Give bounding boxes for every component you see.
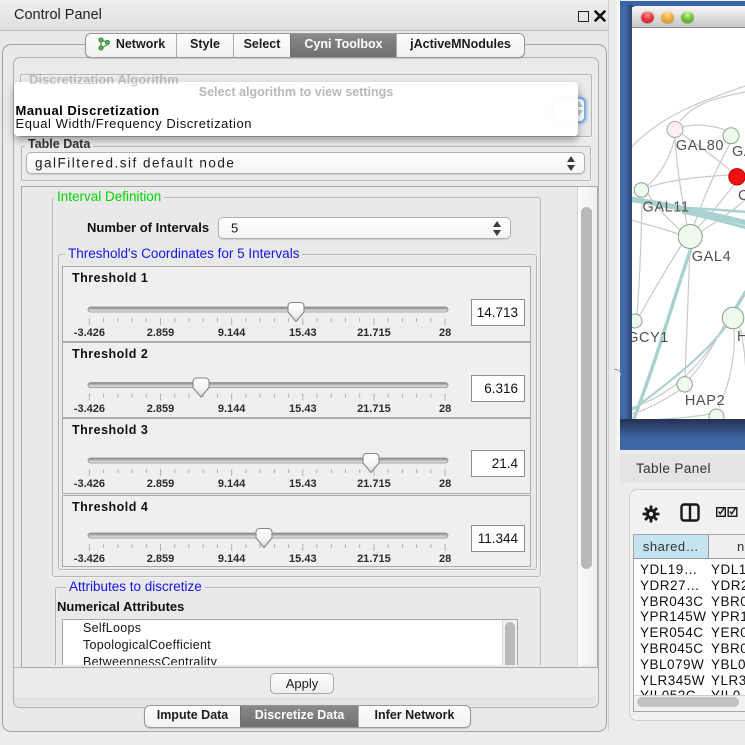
svg-text:GAL11: GAL11 <box>642 200 689 216</box>
svg-text:GAL80: GAL80 <box>676 138 724 154</box>
svg-text:HI: HI <box>737 329 745 345</box>
svg-text:C: C <box>738 188 745 204</box>
svg-text:GAL4: GAL4 <box>692 249 731 265</box>
svg-text:GCY1: GCY1 <box>632 330 669 346</box>
svg-text:HAP2: HAP2 <box>685 393 725 409</box>
svg-text:GA: GA <box>732 144 745 160</box>
